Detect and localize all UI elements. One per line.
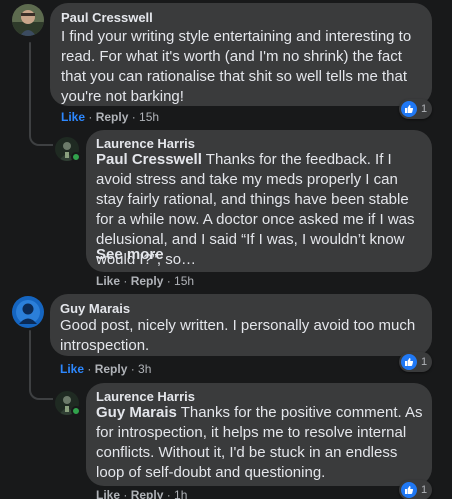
comment-author[interactable]: Paul Cresswell [61, 10, 153, 25]
thread-connector [29, 120, 53, 146]
comment-author[interactable]: Guy Marais [60, 301, 130, 316]
reaction-count: 1 [421, 103, 428, 115]
online-status-icon [71, 406, 81, 416]
avatar[interactable] [12, 296, 44, 328]
timestamp[interactable]: 15h [174, 274, 194, 288]
like-button[interactable]: Like [60, 362, 84, 376]
mention-link[interactable]: Paul Cresswell [96, 151, 202, 168]
reaction-count: 1 [421, 484, 428, 496]
timestamp[interactable]: 3h [138, 362, 151, 376]
avatar-image [12, 4, 44, 36]
timestamp[interactable]: 15h [139, 110, 159, 124]
reaction-summary[interactable]: 1 [399, 99, 433, 119]
avatar[interactable] [12, 4, 44, 36]
reaction-summary[interactable]: 1 [399, 480, 433, 499]
comment-text: I find your writing style entertaining a… [61, 28, 412, 105]
like-button[interactable]: Like [61, 110, 85, 124]
thumbs-up-icon [401, 101, 417, 117]
comment-text: Good post, nicely written. I personally … [60, 317, 416, 354]
like-button[interactable]: Like [96, 274, 120, 288]
reply-button[interactable]: Reply [131, 488, 164, 499]
timestamp[interactable]: 1h [174, 488, 187, 499]
reply-button[interactable]: Reply [131, 274, 164, 288]
reply-author[interactable]: Laurence Harris [96, 389, 195, 404]
thumbs-up-icon [401, 354, 417, 370]
reaction-summary[interactable]: 1 [399, 352, 433, 372]
comment-actions: Like · Reply · 3h [60, 362, 152, 376]
mention-link[interactable]: Guy Marais [96, 404, 177, 421]
reply-actions: Like · Reply · 15h [96, 274, 195, 288]
thumbs-up-icon [401, 482, 417, 498]
like-button[interactable]: Like [96, 488, 120, 499]
comment-actions: Like · Reply · 15h [61, 110, 160, 124]
online-status-icon [71, 152, 81, 162]
reply-author[interactable]: Laurence Harris [96, 136, 195, 151]
reaction-count: 1 [421, 356, 428, 368]
reply-button[interactable]: Reply [95, 362, 128, 376]
thread-connector [29, 376, 53, 400]
see-more-link[interactable]: See more [96, 246, 164, 263]
reply-button[interactable]: Reply [96, 110, 129, 124]
reply-actions: Like · Reply · 1h [96, 488, 187, 499]
reply-text: Guy Marais Thanks for the positive comme… [96, 403, 426, 483]
avatar-image [12, 296, 44, 328]
